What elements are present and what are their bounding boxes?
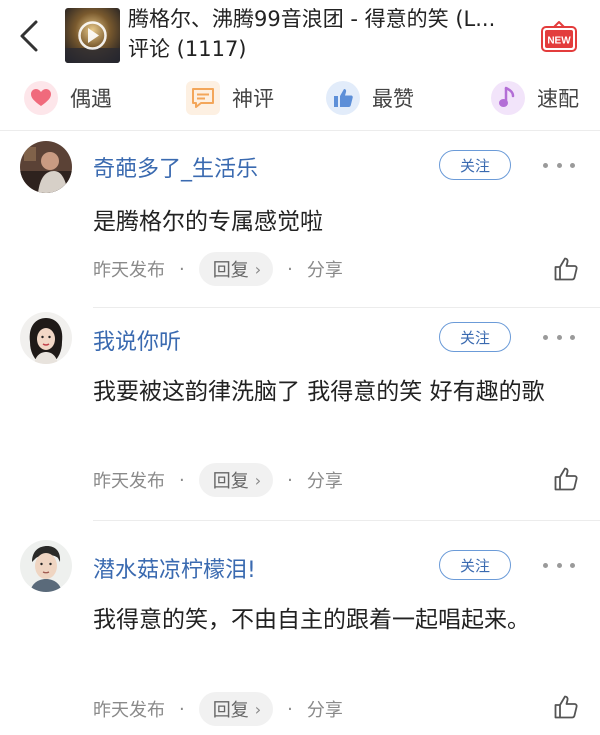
reply-label: 回复: [212, 471, 249, 492]
header: 腾格尔、沸腾99音浪团 - 得意的笑 (L... 评论 (1117) NEW: [0, 0, 600, 72]
chevron-right-icon: ›: [254, 470, 262, 490]
post-time: 昨天发布: [93, 260, 165, 281]
divider: [0, 130, 600, 131]
song-title: 腾格尔、沸腾99音浪团 - 得意的笑 (L...: [128, 7, 496, 31]
album-cover[interactable]: [65, 8, 120, 63]
post-time: 昨天发布: [93, 700, 165, 721]
reply-label: 回复: [212, 260, 249, 281]
follow-button[interactable]: 关注: [439, 550, 511, 580]
tab-label: 速配: [537, 87, 579, 111]
reply-button[interactable]: 回复 ›: [198, 463, 274, 497]
follow-button[interactable]: 关注: [439, 150, 511, 180]
more-options-icon[interactable]: [543, 158, 575, 172]
reply-button[interactable]: 回复 ›: [198, 692, 274, 726]
follow-button[interactable]: 关注: [439, 322, 511, 352]
separator-dot: ·: [179, 698, 185, 720]
reply-button[interactable]: 回复 ›: [198, 252, 274, 286]
new-badge-text: NEW: [547, 36, 571, 47]
share-button[interactable]: 分享: [307, 256, 343, 282]
separator-dot: ·: [287, 698, 293, 720]
message-icon: [186, 81, 220, 115]
comment-meta: 昨天发布 · 回复 › · 分享: [93, 691, 343, 727]
divider: [93, 520, 600, 521]
separator-dot: ·: [287, 469, 293, 491]
comment-meta: 昨天发布 · 回复 › · 分享: [93, 251, 343, 287]
more-options-icon[interactable]: [543, 330, 575, 344]
share-button[interactable]: 分享: [307, 467, 343, 493]
like-icon[interactable]: [553, 694, 579, 720]
music-note-icon: [491, 81, 525, 115]
like-icon[interactable]: [553, 256, 579, 282]
post-time: 昨天发布: [93, 471, 165, 492]
separator-dot: ·: [287, 258, 293, 280]
chevron-right-icon: ›: [254, 699, 262, 719]
divider: [93, 307, 600, 308]
comment-text: 我要被这韵律洗脑了 我得意的笑 好有趣的歌: [93, 379, 545, 405]
comment-text: 是腾格尔的专属感觉啦: [93, 209, 323, 235]
avatar[interactable]: [20, 141, 72, 193]
avatar[interactable]: [20, 540, 72, 592]
tab-label: 神评: [232, 87, 274, 111]
separator-dot: ·: [179, 469, 185, 491]
separator-dot: ·: [179, 258, 185, 280]
thumb-icon: [326, 81, 360, 115]
like-icon[interactable]: [553, 466, 579, 492]
tab-label: 最赞: [372, 87, 414, 111]
heart-chat-icon: [24, 81, 58, 115]
comment-text: 我得意的笑，不由自主的跟着一起唱起来。: [93, 607, 530, 633]
username[interactable]: 潜水菇凉柠檬泪!: [93, 552, 256, 584]
reply-label: 回复: [212, 700, 249, 721]
avatar[interactable]: [20, 312, 72, 364]
chevron-right-icon: ›: [254, 259, 262, 279]
tab-encounter[interactable]: 偶遇: [24, 78, 112, 118]
username[interactable]: 我说你听: [93, 324, 181, 356]
username[interactable]: 奇葩多了_生活乐: [93, 151, 258, 183]
new-icon[interactable]: NEW: [540, 20, 578, 54]
tab-most-liked[interactable]: 最赞: [326, 78, 414, 118]
filter-tabs: 偶遇 神评 最赞 速配: [0, 72, 600, 122]
tab-label: 偶遇: [70, 87, 112, 111]
share-button[interactable]: 分享: [307, 696, 343, 722]
more-options-icon[interactable]: [543, 558, 575, 572]
comment-meta: 昨天发布 · 回复 › · 分享: [93, 462, 343, 498]
tab-quick-match[interactable]: 速配: [491, 78, 579, 118]
tab-top-comments[interactable]: 神评: [186, 78, 274, 118]
comment-count: 评论 (1117): [128, 37, 247, 61]
back-arrow-icon[interactable]: [12, 18, 48, 54]
